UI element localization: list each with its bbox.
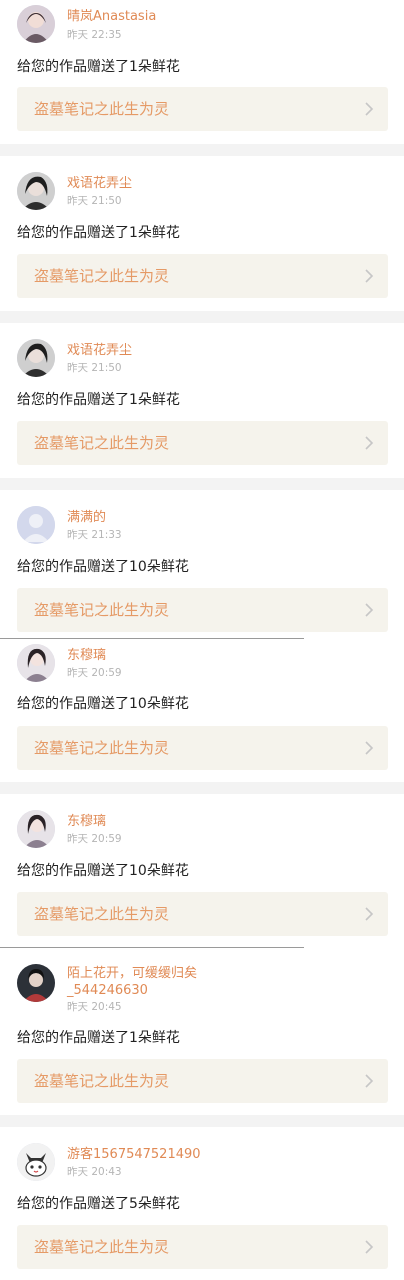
user-avatar[interactable] [17, 172, 55, 210]
girl-avatar-icon [17, 339, 55, 377]
timestamp: 昨天 20:43 [67, 1166, 122, 1178]
chevron-right-icon [365, 1074, 374, 1088]
notification-feed: 晴岚Anastasia 昨天 22:35 给您的作品赠送了1朵鲜花 盗墓笔记之此… [0, 0, 404, 1280]
work-link[interactable]: 盗墓笔记之此生为灵 [17, 1059, 388, 1103]
user-avatar[interactable] [17, 5, 55, 43]
work-title: 盗墓笔记之此生为灵 [34, 267, 170, 285]
work-title: 盗墓笔记之此生为灵 [34, 1238, 170, 1256]
chevron-right-icon [365, 1240, 374, 1254]
username[interactable]: 戏语花弄尘 [67, 343, 247, 359]
timestamp: 昨天 21:33 [67, 529, 122, 541]
work-link[interactable]: 盗墓笔记之此生为灵 [17, 87, 388, 131]
work-title: 盗墓笔记之此生为灵 [34, 100, 170, 118]
chevron-right-icon [365, 269, 374, 283]
username[interactable]: 晴岚Anastasia [67, 9, 247, 25]
notification-card: 戏语花弄尘 昨天 21:50 给您的作品赠送了1朵鲜花 盗墓笔记之此生为灵 [0, 156, 404, 311]
notification-card: 游客1567547521490 昨天 20:43 给您的作品赠送了5朵鲜花 盗墓… [0, 1127, 404, 1280]
boy-avatar-icon [17, 964, 55, 1002]
work-link[interactable]: 盗墓笔记之此生为灵 [17, 421, 388, 465]
chevron-right-icon [365, 102, 374, 116]
user-avatar[interactable] [17, 339, 55, 377]
timestamp: 昨天 20:59 [67, 667, 122, 679]
work-link[interactable]: 盗墓笔记之此生为灵 [17, 726, 388, 770]
notification-card: 满满的 昨天 21:33 给您的作品赠送了10朵鲜花 盗墓笔记之此生为灵 [0, 490, 404, 638]
work-link[interactable]: 盗墓笔记之此生为灵 [17, 588, 388, 632]
gift-message: 给您的作品赠送了1朵鲜花 [17, 225, 180, 241]
timestamp: 昨天 21:50 [67, 195, 122, 207]
timestamp: 昨天 20:59 [67, 833, 122, 845]
gift-message: 给您的作品赠送了5朵鲜花 [17, 1196, 180, 1212]
cat-avatar-icon [17, 1143, 55, 1181]
girl-avatar-icon [17, 644, 55, 682]
notification-card: 戏语花弄尘 昨天 21:50 给您的作品赠送了1朵鲜花 盗墓笔记之此生为灵 [0, 323, 404, 478]
user-avatar[interactable] [17, 1143, 55, 1181]
work-link[interactable]: 盗墓笔记之此生为灵 [17, 892, 388, 936]
work-title: 盗墓笔记之此生为灵 [34, 739, 170, 757]
gift-message: 给您的作品赠送了1朵鲜花 [17, 1030, 180, 1046]
user-avatar[interactable] [17, 810, 55, 848]
separator [0, 1115, 404, 1127]
timestamp: 昨天 21:50 [67, 362, 122, 374]
gift-message: 给您的作品赠送了1朵鲜花 [17, 392, 180, 408]
separator [0, 311, 404, 323]
separator [0, 478, 404, 490]
work-title: 盗墓笔记之此生为灵 [34, 434, 170, 452]
username[interactable]: 戏语花弄尘 [67, 176, 247, 192]
notification-card: 东穆璃 昨天 20:59 给您的作品赠送了10朵鲜花 盗墓笔记之此生为灵 [0, 794, 404, 947]
work-title: 盗墓笔记之此生为灵 [34, 1072, 170, 1090]
girl-avatar-icon [17, 810, 55, 848]
username[interactable]: 东穆璃 [67, 648, 247, 664]
gift-message: 给您的作品赠送了10朵鲜花 [17, 696, 189, 712]
username[interactable]: 东穆璃 [67, 814, 247, 830]
user-avatar[interactable] [17, 644, 55, 682]
gift-message: 给您的作品赠送了10朵鲜花 [17, 863, 189, 879]
work-title: 盗墓笔记之此生为灵 [34, 601, 170, 619]
username[interactable]: 游客1567547521490 [67, 1147, 247, 1163]
work-title: 盗墓笔记之此生为灵 [34, 905, 170, 923]
gift-message: 给您的作品赠送了10朵鲜花 [17, 559, 189, 575]
notification-card: 东穆璃 昨天 20:59 给您的作品赠送了10朵鲜花 盗墓笔记之此生为灵 [0, 639, 404, 782]
chevron-right-icon [365, 741, 374, 755]
chevron-right-icon [365, 436, 374, 450]
default-user-icon [17, 506, 55, 544]
username[interactable]: 满满的 [67, 510, 247, 526]
work-link[interactable]: 盗墓笔记之此生为灵 [17, 1225, 388, 1269]
girl-avatar-icon [17, 172, 55, 210]
separator [0, 144, 404, 156]
user-avatar[interactable] [17, 964, 55, 1002]
notification-card: 晴岚Anastasia 昨天 22:35 给您的作品赠送了1朵鲜花 盗墓笔记之此… [0, 0, 404, 144]
user-avatar[interactable] [17, 506, 55, 544]
chevron-right-icon [365, 907, 374, 921]
gift-message: 给您的作品赠送了1朵鲜花 [17, 59, 180, 75]
work-link[interactable]: 盗墓笔记之此生为灵 [17, 254, 388, 298]
chevron-right-icon [365, 603, 374, 617]
notification-card: 陌上花开，可缓缓归矣_544246630 昨天 20:45 给您的作品赠送了1朵… [0, 948, 404, 1115]
username[interactable]: 陌上花开，可缓缓归矣_544246630 [67, 965, 247, 999]
girl-avatar-icon [17, 5, 55, 43]
timestamp: 昨天 22:35 [67, 29, 122, 41]
separator [0, 782, 404, 794]
timestamp: 昨天 20:45 [67, 1001, 122, 1013]
